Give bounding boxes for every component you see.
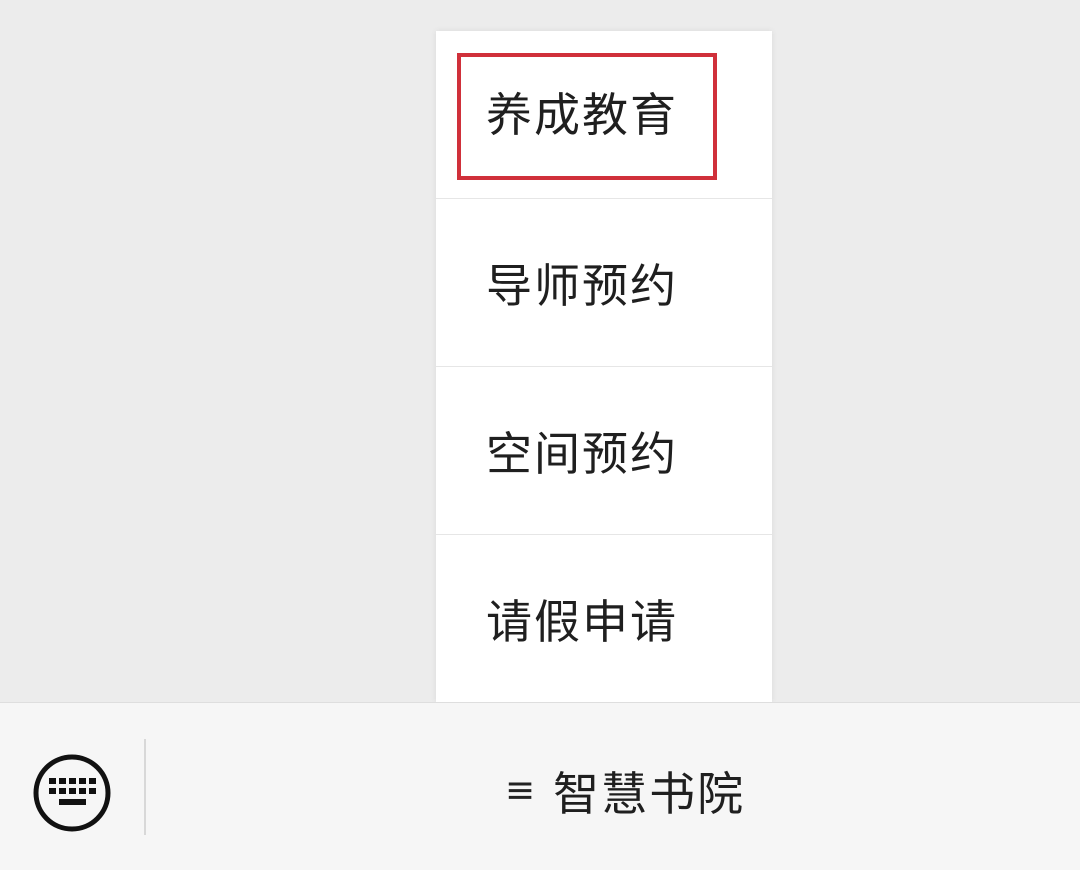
menu-item-label: 请假申请	[486, 594, 678, 649]
menu-item-yangcheng-jiaoyu[interactable]: 养成教育	[436, 31, 772, 199]
submenu-popup: 养成教育 导师预约 空间预约 请假申请	[436, 31, 772, 702]
menu-button-label: 智慧书院	[553, 767, 746, 821]
smart-academy-menu-button[interactable]: ≡ 智慧书院	[146, 703, 1080, 870]
menu-item-label: 养成教育	[486, 87, 678, 142]
chat-screen: 养成教育 导师预约 空间预约 请假申请 ≡ 智慧书院	[0, 0, 1080, 870]
menu-item-kongjian-yuyue[interactable]: 空间预约	[436, 367, 772, 535]
menu-item-qingjia-shenqing[interactable]: 请假申请	[436, 535, 772, 702]
menu-item-daoshi-yuyue[interactable]: 导师预约	[436, 199, 772, 367]
menu-item-label: 导师预约	[486, 258, 678, 313]
bottom-menu-bar: ≡ 智慧书院	[0, 702, 1080, 870]
hamburger-icon: ≡	[504, 770, 536, 811]
menu-item-label: 空间预约	[486, 426, 678, 481]
keyboard-icon[interactable]	[32, 753, 112, 833]
